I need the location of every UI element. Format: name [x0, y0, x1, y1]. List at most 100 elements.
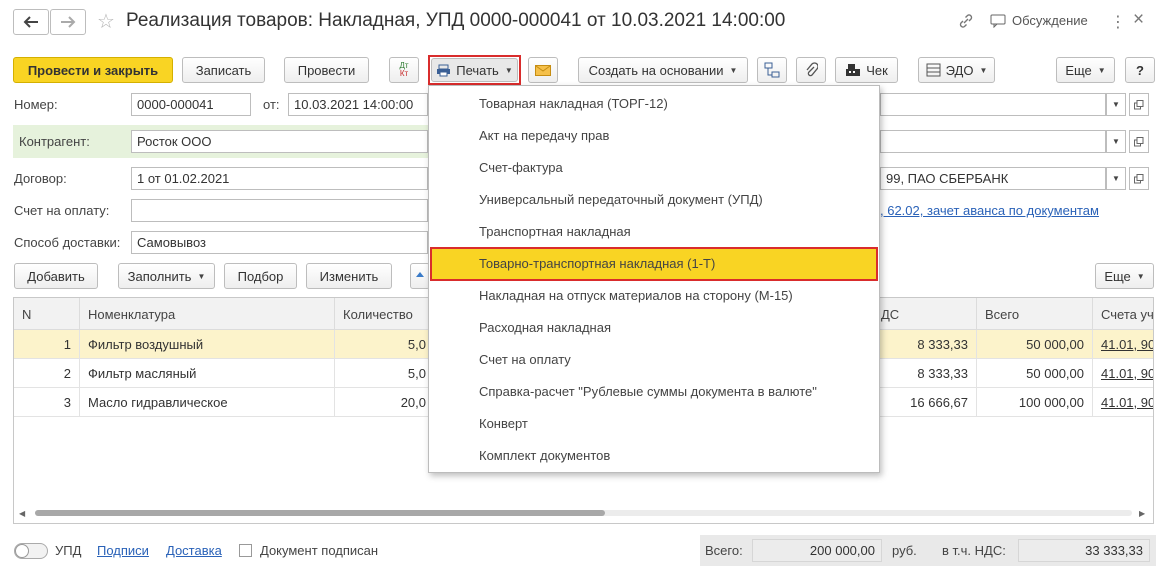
- move-up-button[interactable]: [410, 263, 430, 289]
- chevron-down-icon: ▼: [979, 65, 988, 75]
- table-cell-quantity[interactable]: 20,0: [335, 388, 435, 417]
- star-icon[interactable]: ☆: [97, 9, 115, 34]
- print-menu-item[interactable]: Транспортная накладная: [430, 215, 878, 247]
- column-header-n[interactable]: N: [14, 298, 80, 330]
- chevron-down-icon[interactable]: ▼: [1106, 130, 1126, 153]
- print-menu: Товарная накладная (ТОРГ-12) Акт на пере…: [428, 85, 880, 473]
- fill-button[interactable]: Заполнить ▼: [118, 263, 215, 289]
- create-based-on-button[interactable]: Создать на основании ▼: [578, 57, 748, 83]
- table-more-button[interactable]: Еще ▼: [1095, 263, 1154, 289]
- table-cell-n[interactable]: 2: [14, 359, 80, 388]
- signatures-link[interactable]: Подписи: [97, 543, 149, 558]
- help-button[interactable]: ?: [1125, 57, 1155, 83]
- edo-label: ЭДО: [945, 62, 974, 78]
- post-button[interactable]: Провести: [284, 57, 369, 83]
- create-based-label: Создать на основании: [588, 62, 724, 78]
- delivery-method-field[interactable]: Самовывоз: [131, 231, 428, 254]
- table-cell-n[interactable]: 1: [14, 330, 80, 359]
- organization-field[interactable]: [880, 93, 1106, 116]
- print-menu-item[interactable]: Счет на оплату: [430, 343, 878, 375]
- edo-button[interactable]: ЭДО ▼: [918, 57, 995, 83]
- selection-button[interactable]: Подбор: [224, 263, 297, 289]
- table-cell-total[interactable]: 100 000,00: [977, 388, 1093, 417]
- scroll-right-icon[interactable]: ▶: [1139, 509, 1145, 518]
- print-menu-item[interactable]: Расходная накладная: [430, 311, 878, 343]
- post-and-close-button[interactable]: Провести и закрыть: [13, 57, 173, 83]
- table-cell-accounts[interactable]: 41.01, 90: [1093, 330, 1153, 359]
- date-field[interactable]: 10.03.2021 14:00:00: [288, 93, 428, 116]
- number-field[interactable]: 0000-000041: [131, 93, 251, 116]
- more-vertical-icon[interactable]: ⋮: [1110, 12, 1126, 32]
- print-menu-item[interactable]: Накладная на отпуск материалов на сторон…: [430, 279, 878, 311]
- structure-button[interactable]: [757, 57, 787, 83]
- receipt-label: Чек: [866, 62, 888, 78]
- print-menu-item[interactable]: Акт на передачу прав: [430, 119, 878, 151]
- print-menu-item[interactable]: Универсальный передаточный документ (УПД…: [430, 183, 878, 215]
- open-icon[interactable]: [1129, 93, 1149, 116]
- scroll-left-icon[interactable]: ◀: [19, 509, 25, 518]
- edit-button[interactable]: Изменить: [306, 263, 392, 289]
- upd-label: УПД: [55, 543, 82, 558]
- delivery-link[interactable]: Доставка: [166, 543, 222, 558]
- scrollbar-thumb[interactable]: [35, 510, 605, 516]
- table-cell-name[interactable]: Масло гидравлическое: [80, 388, 335, 417]
- receipt-button[interactable]: Чек: [835, 57, 898, 83]
- chevron-down-icon: ▼: [729, 65, 738, 75]
- discussion-button[interactable]: Обсуждение: [990, 13, 1088, 28]
- table-cell-n[interactable]: 3: [14, 388, 80, 417]
- print-button[interactable]: Печать ▼: [431, 58, 518, 82]
- counterparty-extra-field[interactable]: [880, 130, 1106, 153]
- email-button[interactable]: [528, 57, 558, 83]
- chevron-down-icon[interactable]: ▼: [1106, 93, 1126, 116]
- invoice-label: Счет на оплату:: [14, 203, 110, 218]
- upd-toggle[interactable]: [14, 543, 48, 559]
- forward-button[interactable]: [50, 9, 86, 35]
- total-value-field: 200 000,00: [752, 539, 882, 562]
- table-cell-quantity[interactable]: 5,0: [335, 359, 435, 388]
- horizontal-scrollbar[interactable]: ◀ ▶: [19, 506, 1147, 520]
- counterparty-field[interactable]: Росток ООО: [131, 130, 428, 153]
- vat-total-field: 33 333,33: [1018, 539, 1150, 562]
- table-cell-accounts[interactable]: 41.01, 90: [1093, 359, 1153, 388]
- toggle-knob: [15, 544, 29, 558]
- column-header-quantity[interactable]: Количество: [335, 298, 435, 330]
- arrow-up-icon: [416, 272, 424, 277]
- column-header-total[interactable]: Всего: [977, 298, 1093, 330]
- table-cell-total[interactable]: 50 000,00: [977, 359, 1093, 388]
- attach-button[interactable]: [796, 57, 826, 83]
- more-label: Еще: [1065, 62, 1092, 78]
- cash-register-icon: [846, 64, 861, 76]
- save-button[interactable]: Записать: [182, 57, 265, 83]
- back-button[interactable]: [13, 9, 49, 35]
- dtkt-button[interactable]: Дт Кт: [389, 57, 419, 83]
- print-menu-item[interactable]: Счет-фактура: [430, 151, 878, 183]
- print-menu-item-highlighted[interactable]: Товарно-транспортная накладная (1-Т): [430, 247, 878, 281]
- add-row-button[interactable]: Добавить: [14, 263, 98, 289]
- dtkt-icon-bottom: Кт: [399, 69, 409, 78]
- envelope-icon: [535, 64, 551, 76]
- table-cell-accounts[interactable]: 41.01, 90: [1093, 388, 1153, 417]
- signed-checkbox[interactable]: [239, 544, 252, 557]
- table-cell-name[interactable]: Фильтр масляный: [80, 359, 335, 388]
- print-menu-item[interactable]: Комплект документов: [430, 439, 878, 471]
- column-header-name[interactable]: Номенклатура: [80, 298, 335, 330]
- open-icon[interactable]: [1129, 167, 1149, 190]
- print-menu-item[interactable]: Справка-расчет "Рублевые суммы документа…: [430, 375, 878, 407]
- print-menu-item[interactable]: Товарная накладная (ТОРГ-12): [430, 87, 878, 119]
- print-label: Печать: [456, 62, 499, 78]
- link-icon[interactable]: [958, 13, 974, 29]
- invoice-field[interactable]: [131, 199, 428, 222]
- table-cell-total[interactable]: 50 000,00: [977, 330, 1093, 359]
- more-button[interactable]: Еще ▼: [1056, 57, 1115, 83]
- table-cell-name[interactable]: Фильтр воздушный: [80, 330, 335, 359]
- contract-field[interactable]: 1 от 01.02.2021: [131, 167, 428, 190]
- table-cell-quantity[interactable]: 5,0: [335, 330, 435, 359]
- total-label: Всего:: [705, 543, 743, 558]
- accounts-link[interactable]: , 62.02, зачет аванса по документам: [880, 203, 1099, 218]
- bank-account-field[interactable]: 99, ПАО СБЕРБАНК: [880, 167, 1106, 190]
- column-header-accounts[interactable]: Счета уч: [1093, 298, 1153, 330]
- chevron-down-icon[interactable]: ▼: [1106, 167, 1126, 190]
- open-icon[interactable]: [1129, 130, 1149, 153]
- print-menu-item[interactable]: Конверт: [430, 407, 878, 439]
- close-icon[interactable]: ×: [1133, 9, 1144, 31]
